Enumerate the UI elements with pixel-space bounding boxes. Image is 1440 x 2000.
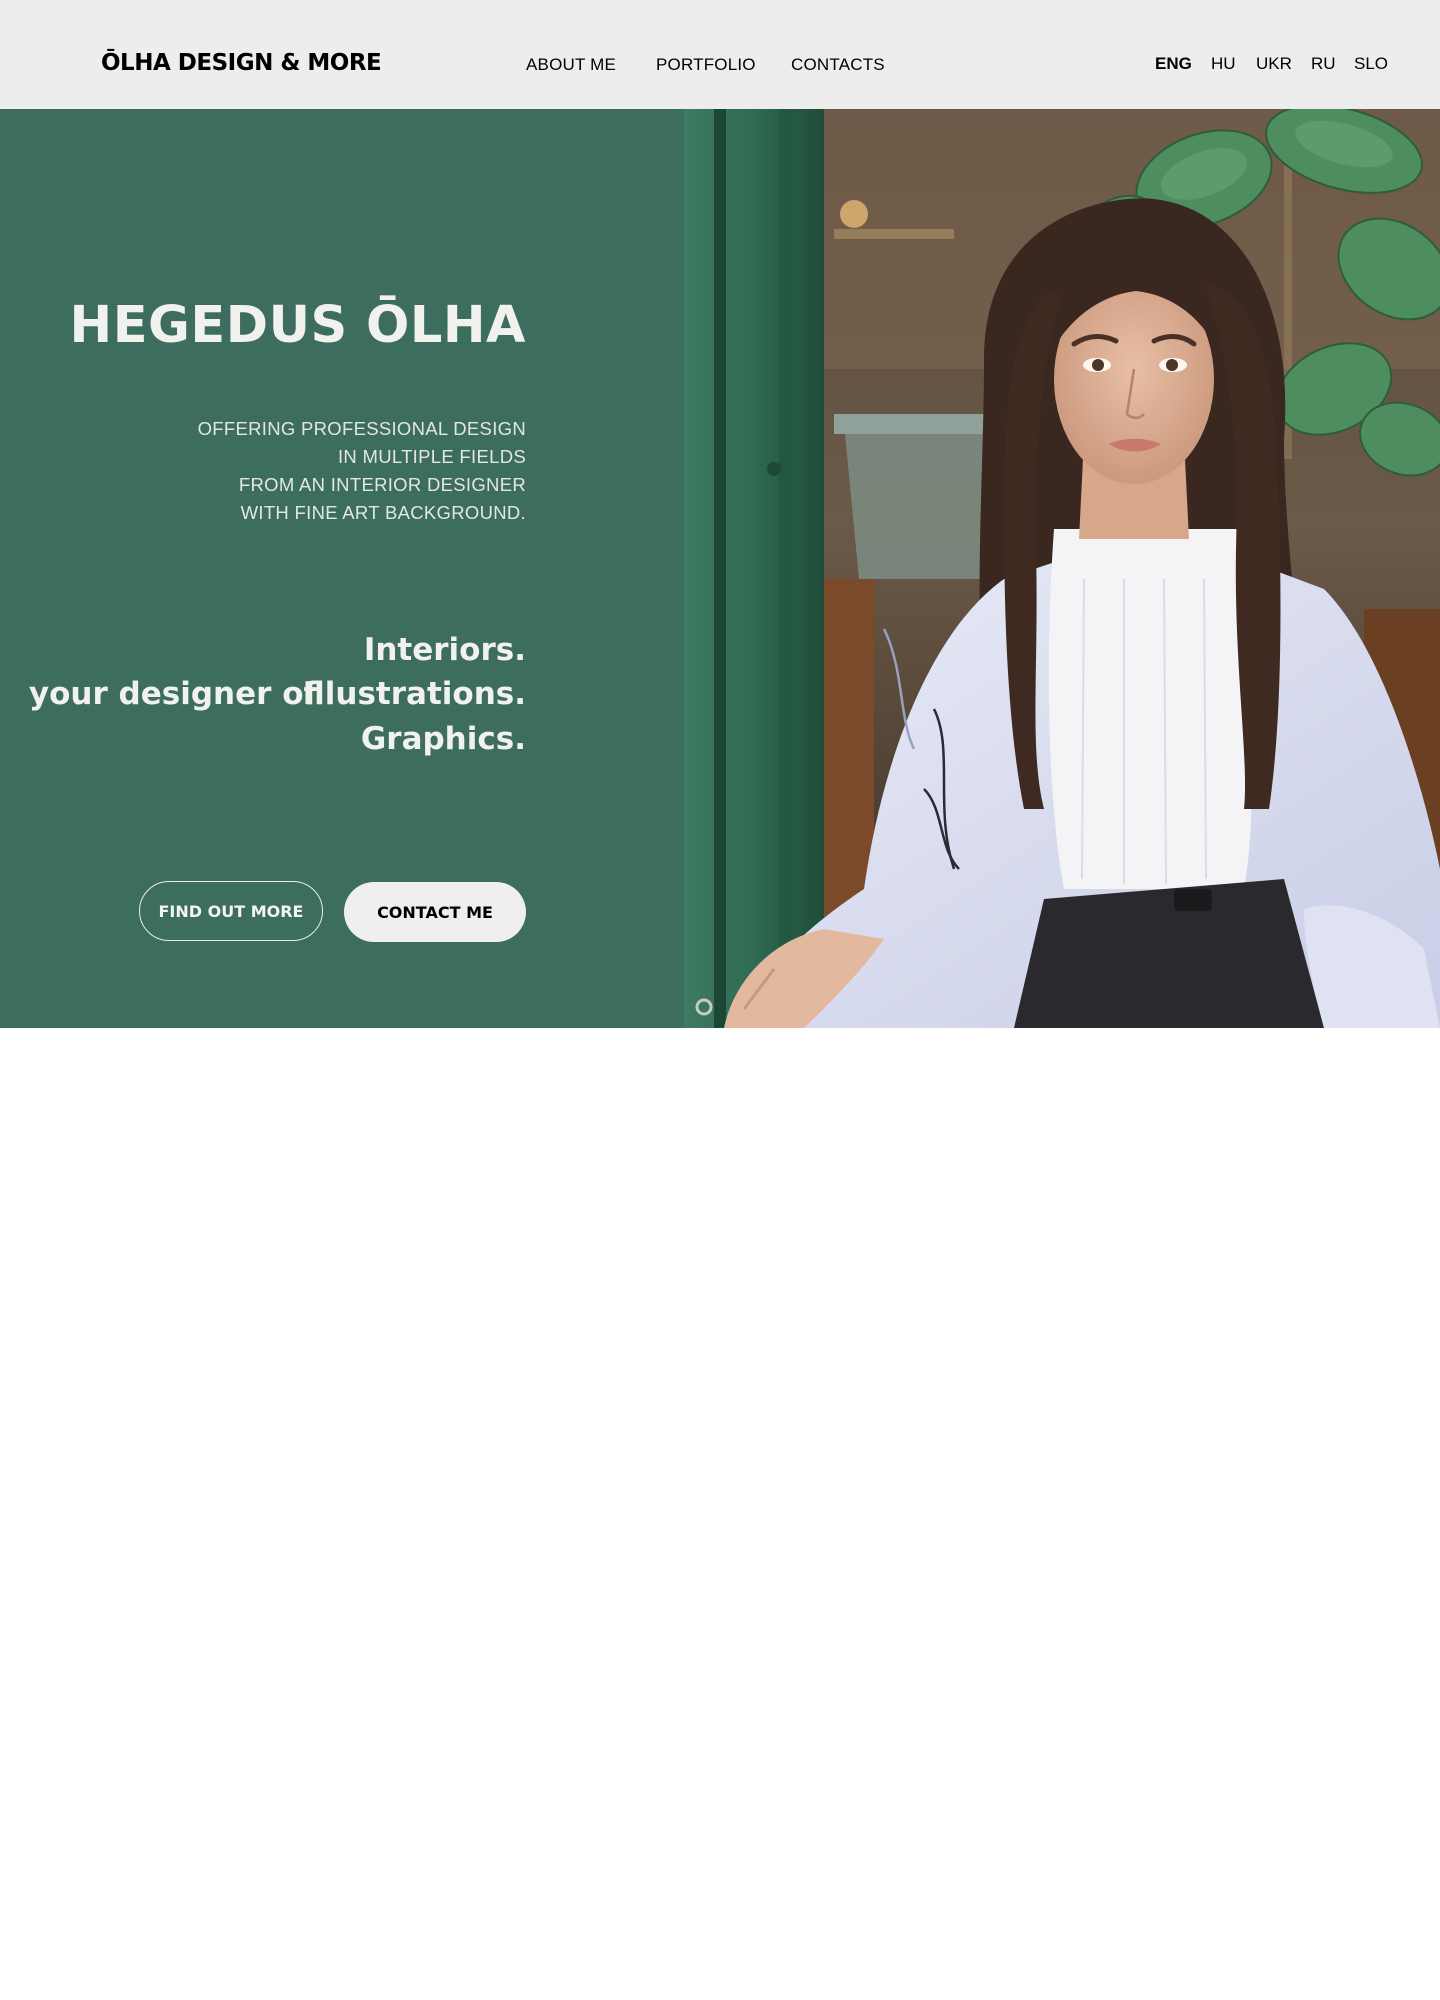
hero-portrait-photo xyxy=(684,109,1440,1028)
tagline-line: OFFERING PROFESSIONAL DESIGN xyxy=(197,418,526,439)
nav-portfolio[interactable]: PORTFOLIO xyxy=(656,55,756,75)
lang-ru[interactable]: RU xyxy=(1311,54,1336,74)
site-header: ŌLHA DESIGN & MORE ABOUT ME PORTFOLIO CO… xyxy=(0,0,1440,109)
nav-about-me[interactable]: ABOUT ME xyxy=(526,55,616,75)
hero-tagline: OFFERING PROFESSIONAL DESIGN IN MULTIPLE… xyxy=(198,415,526,527)
tagline-line: WITH FINE ART BACKGROUND. xyxy=(240,502,526,523)
lang-ukr[interactable]: UKR xyxy=(1256,54,1292,74)
lang-eng[interactable]: ENG xyxy=(1155,54,1192,74)
designer-fields: your designer of Interiors. Illustration… xyxy=(0,632,526,772)
field-illustrations: Illustrations. xyxy=(302,676,526,712)
designer-prefix: your designer of xyxy=(28,676,317,712)
site-logo[interactable]: ŌLHA DESIGN & MORE xyxy=(101,50,382,76)
portrait-illustration xyxy=(684,109,1440,1028)
contact-me-button[interactable]: CONTACT ME xyxy=(344,882,526,942)
tagline-line: IN MULTIPLE FIELDS xyxy=(337,446,526,467)
tagline-line: FROM AN INTERIOR DESIGNER xyxy=(238,474,526,495)
find-out-more-button[interactable]: FIND OUT MORE xyxy=(139,881,323,941)
hero-title: HEGEDUS ŌLHA xyxy=(69,296,526,355)
field-graphics: Graphics. xyxy=(360,721,526,757)
lang-slo[interactable]: SLO xyxy=(1354,54,1388,74)
field-interiors: Interiors. xyxy=(363,632,526,668)
nav-contacts[interactable]: CONTACTS xyxy=(791,55,885,75)
lang-hu[interactable]: HU xyxy=(1211,54,1236,74)
hero-text-panel: HEGEDUS ŌLHA OFFERING PROFESSIONAL DESIG… xyxy=(0,109,684,1028)
